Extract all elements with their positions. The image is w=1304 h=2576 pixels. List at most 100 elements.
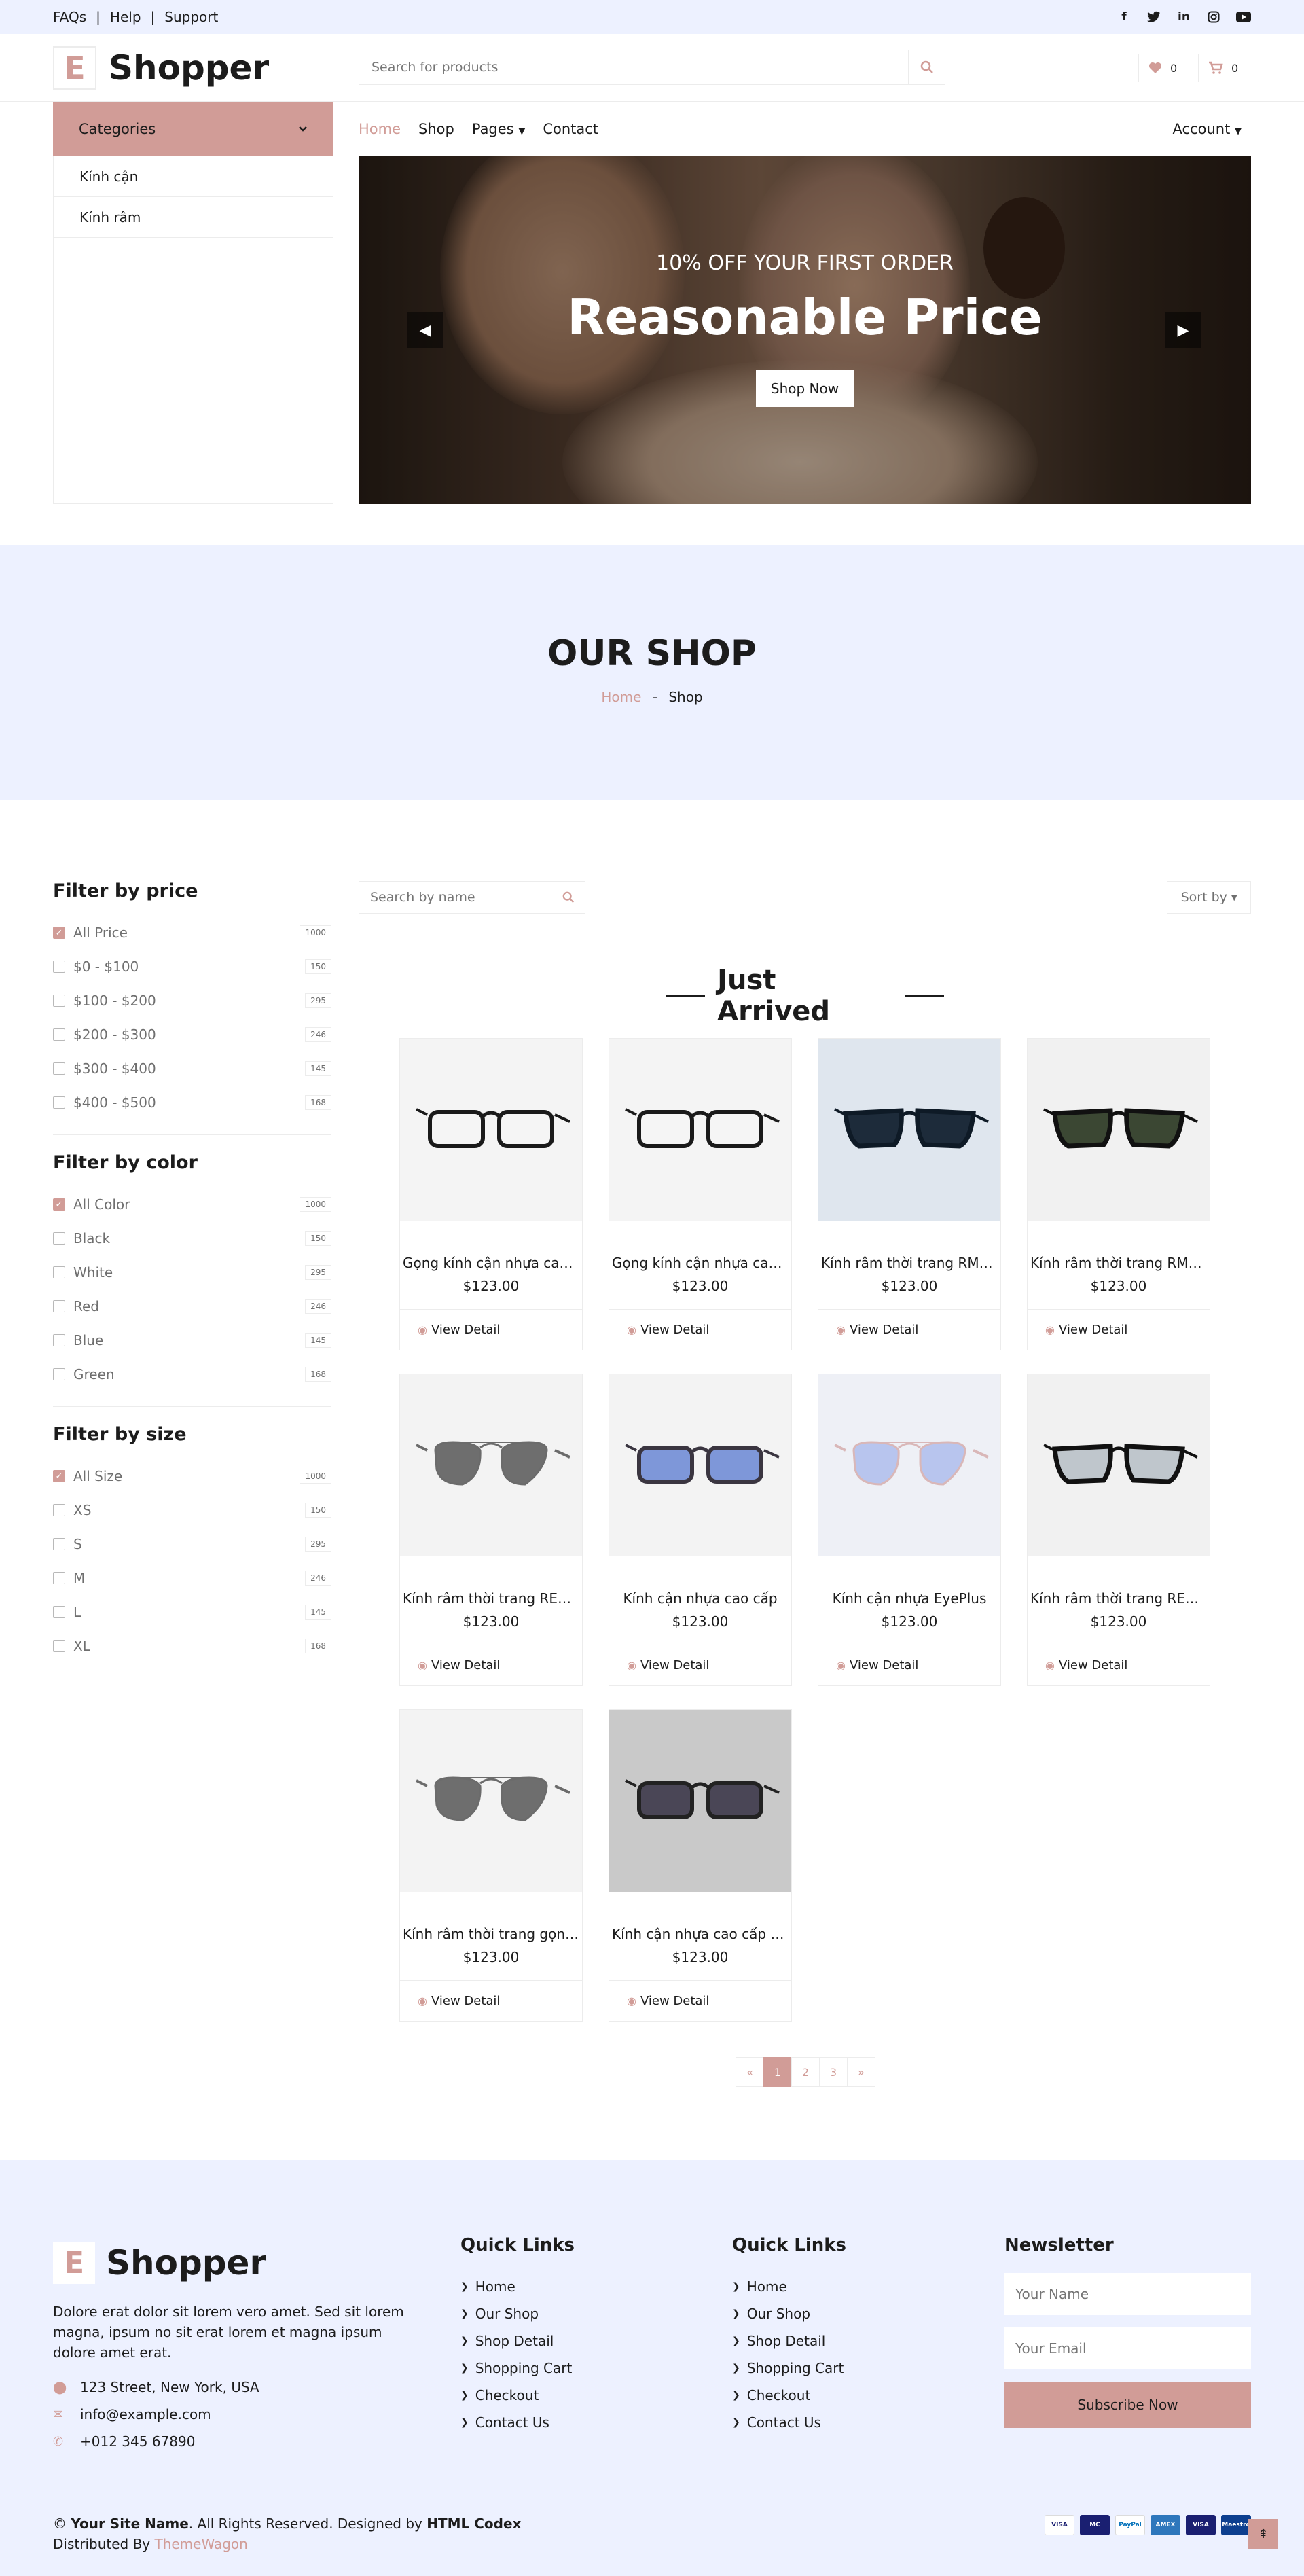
checkbox[interactable]: ✓ (53, 1198, 65, 1211)
product-image[interactable] (609, 1710, 791, 1892)
product-name[interactable]: Kính cận nhựa EyePlus (833, 1590, 987, 1607)
filter-option[interactable]: $400 - $500 168 (53, 1086, 331, 1120)
filter-option[interactable]: XS 150 (53, 1493, 331, 1527)
footer-link[interactable]: ❯ Contact Us (460, 2409, 575, 2436)
checkbox[interactable] (53, 1538, 65, 1550)
filter-option[interactable]: Red 246 (53, 1289, 331, 1323)
instagram-icon[interactable] (1206, 10, 1221, 24)
product-image[interactable] (609, 1374, 791, 1556)
site-logo[interactable]: E Shopper (53, 41, 269, 95)
checkbox[interactable] (53, 1606, 65, 1618)
page-link[interactable]: « (736, 2057, 764, 2087)
checkbox[interactable] (53, 1062, 65, 1075)
filter-option[interactable]: S 295 (53, 1527, 331, 1561)
nav-shop[interactable]: Shop (418, 121, 454, 137)
footer-link[interactable]: ❯ Checkout (460, 2382, 575, 2409)
view-detail-button[interactable]: ◉ View Detail (1028, 1645, 1210, 1685)
filter-option[interactable]: XL 168 (53, 1629, 331, 1663)
help-link[interactable]: Help (110, 9, 141, 25)
view-detail-button[interactable]: ◉ View Detail (400, 1645, 582, 1685)
nav-pages[interactable]: Pages ▼ (472, 121, 525, 137)
nav-home[interactable]: Home (359, 121, 401, 137)
back-to-top-button[interactable]: ⇞ (1248, 2519, 1278, 2549)
product-name[interactable]: Kính cận nhựa cao cấp (623, 1590, 777, 1607)
checkbox[interactable]: ✓ (53, 1470, 65, 1482)
checkbox[interactable] (53, 1334, 65, 1346)
support-link[interactable]: Support (164, 9, 218, 25)
categories-toggle[interactable]: Categories (53, 102, 333, 156)
product-name[interactable]: Kính râm thời trang gọng... (403, 1926, 579, 1942)
category-item[interactable]: Kính cận (54, 156, 333, 197)
filter-option[interactable]: $200 - $300 246 (53, 1018, 331, 1052)
footer-link[interactable]: ❯ Our Shop (732, 2300, 846, 2327)
newsletter-name-input[interactable] (1004, 2273, 1251, 2315)
view-detail-button[interactable]: ◉ View Detail (609, 1645, 791, 1685)
filter-option[interactable]: Blue 145 (53, 1323, 331, 1357)
product-image[interactable] (1028, 1039, 1210, 1221)
checkbox[interactable] (53, 1266, 65, 1278)
footer-link[interactable]: ❯ Our Shop (460, 2300, 575, 2327)
name-search-button[interactable] (551, 882, 585, 913)
checkbox[interactable] (53, 961, 65, 973)
checkbox[interactable] (53, 1504, 65, 1516)
site-name-link[interactable]: Your Site Name (71, 2516, 188, 2532)
sort-dropdown[interactable]: Sort by ▼ (1167, 881, 1251, 914)
product-image[interactable] (818, 1374, 1000, 1556)
view-detail-button[interactable]: ◉ View Detail (609, 1980, 791, 2021)
view-detail-button[interactable]: ◉ View Detail (609, 1309, 791, 1350)
page-link[interactable]: 3 (819, 2057, 848, 2087)
view-detail-button[interactable]: ◉ View Detail (400, 1980, 582, 2021)
filter-option[interactable]: M 246 (53, 1561, 331, 1595)
filter-option[interactable]: White 295 (53, 1255, 331, 1289)
checkbox[interactable] (53, 1368, 65, 1380)
product-name[interactable]: Gọng kính cận nhựa cao ... (403, 1255, 579, 1271)
designer-link[interactable]: HTML Codex (427, 2516, 521, 2532)
filter-option[interactable]: ✓ All Price 1000 (53, 916, 331, 950)
checkbox[interactable] (53, 1300, 65, 1312)
checkbox[interactable] (53, 1028, 65, 1041)
checkbox[interactable] (53, 1640, 65, 1652)
view-detail-button[interactable]: ◉ View Detail (818, 1645, 1000, 1685)
product-name[interactable]: Gọng kính cận nhựa cao ... (612, 1255, 789, 1271)
cart-button[interactable]: 0 (1198, 54, 1249, 82)
filter-option[interactable]: ✓ All Color 1000 (53, 1187, 331, 1221)
product-name[interactable]: Kính cận nhựa cao cấp th... (612, 1926, 789, 1942)
view-detail-button[interactable]: ◉ View Detail (818, 1309, 1000, 1350)
product-image[interactable] (818, 1039, 1000, 1221)
product-search-input[interactable] (359, 50, 908, 84)
product-image[interactable] (400, 1039, 582, 1221)
faqs-link[interactable]: FAQs (53, 9, 86, 25)
product-name[interactable]: Kính râm thời trang REEM... (403, 1590, 579, 1607)
product-image[interactable] (400, 1374, 582, 1556)
checkbox[interactable]: ✓ (53, 927, 65, 939)
checkbox[interactable] (53, 1232, 65, 1245)
view-detail-button[interactable]: ◉ View Detail (1028, 1309, 1210, 1350)
product-name[interactable]: Kính râm thời trang RM61... (1030, 1255, 1207, 1271)
footer-link[interactable]: ❯ Shopping Cart (732, 2355, 846, 2382)
checkbox[interactable] (53, 995, 65, 1007)
subscribe-button[interactable]: Subscribe Now (1004, 2382, 1251, 2428)
filter-option[interactable]: $100 - $200 295 (53, 984, 331, 1018)
search-button[interactable] (908, 50, 945, 84)
footer-link[interactable]: ❯ Home (732, 2273, 846, 2300)
name-search-input[interactable] (359, 882, 551, 913)
youtube-icon[interactable] (1236, 10, 1251, 24)
footer-logo[interactable]: E Shopper (53, 2242, 266, 2284)
filter-option[interactable]: Green 168 (53, 1357, 331, 1391)
shop-now-button[interactable]: Shop Now (756, 370, 854, 407)
filter-option[interactable]: L 145 (53, 1595, 331, 1629)
page-link[interactable]: 2 (791, 2057, 820, 2087)
wishlist-button[interactable]: 0 (1138, 54, 1188, 82)
footer-link[interactable]: ❯ Contact Us (732, 2409, 846, 2436)
product-image[interactable] (1028, 1374, 1210, 1556)
footer-link[interactable]: ❯ Shopping Cart (460, 2355, 575, 2382)
filter-option[interactable]: ✓ All Size 1000 (53, 1459, 331, 1493)
filter-option[interactable]: Black 150 (53, 1221, 331, 1255)
product-image[interactable] (609, 1039, 791, 1221)
nav-contact[interactable]: Contact (543, 121, 598, 137)
carousel-prev-button[interactable]: ◀ (408, 312, 443, 348)
distributor-link[interactable]: ThemeWagon (154, 2536, 247, 2552)
view-detail-button[interactable]: ◉ View Detail (400, 1309, 582, 1350)
breadcrumb-home[interactable]: Home (601, 689, 641, 705)
linkedin-icon[interactable]: in (1176, 10, 1191, 24)
